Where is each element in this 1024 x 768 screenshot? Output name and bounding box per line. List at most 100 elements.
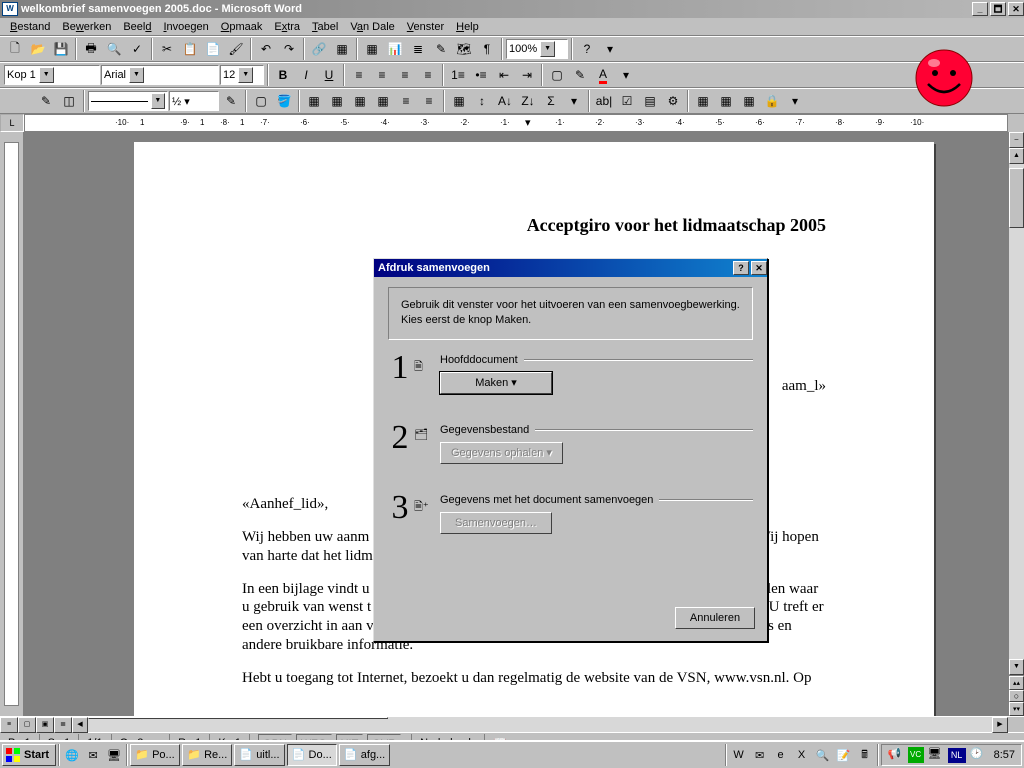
bold-button[interactable]: B — [272, 64, 294, 86]
toolbar-options-button[interactable]: ▾ — [563, 90, 585, 112]
numbered-list-button[interactable]: 1≡ — [447, 64, 469, 86]
ql-desktop-icon[interactable]: 🖥 — [104, 744, 124, 766]
columns-button[interactable]: ≣ — [407, 38, 429, 60]
form-checkbox-button[interactable]: ☑ — [616, 90, 638, 112]
tray-clock[interactable]: 8:57 — [994, 749, 1015, 761]
tray-scheduler-icon[interactable]: 🕑 — [970, 747, 986, 763]
next-page-button[interactable]: ▾▾ — [1009, 702, 1024, 716]
bulleted-list-button[interactable]: •≡ — [470, 64, 492, 86]
help-button[interactable]: ? — [576, 38, 598, 60]
task-item[interactable]: 📁Re... — [182, 744, 232, 766]
drawing-button[interactable]: ✎ — [430, 38, 452, 60]
menu-opmaak[interactable]: Opmaak — [215, 19, 269, 35]
form-options-button[interactable]: ⚙ — [662, 90, 684, 112]
menu-help[interactable]: Help — [450, 19, 485, 35]
menu-extra[interactable]: Extra — [268, 19, 306, 35]
pagelayout-view-button[interactable]: ▣ — [36, 717, 54, 733]
menu-invoegen[interactable]: Invoegen — [157, 19, 214, 35]
eraser-button[interactable]: ◫ — [58, 90, 80, 112]
form-shading-button[interactable]: ▦ — [738, 90, 760, 112]
format-painter-button[interactable]: 🖌 — [225, 38, 247, 60]
scroll-right-button[interactable]: ▶ — [992, 717, 1008, 733]
copy-button[interactable]: 📋 — [179, 38, 201, 60]
dialog-titlebar[interactable]: Afdruk samenvoegen ? ✕ — [374, 259, 767, 277]
hyperlink-button[interactable]: 🔗 — [308, 38, 330, 60]
toolbar-options-button[interactable]: ▾ — [599, 38, 621, 60]
sort-asc-button[interactable]: A↓ — [494, 90, 516, 112]
ql-ie-icon[interactable]: e — [771, 744, 791, 766]
menu-beeld[interactable]: Beeld — [117, 19, 157, 35]
ql-explorer-icon[interactable]: 🔍 — [813, 744, 833, 766]
outside-border-button[interactable]: ▢ — [250, 90, 272, 112]
print-preview-button[interactable]: 🔍 — [103, 38, 125, 60]
underline-button[interactable]: U — [318, 64, 340, 86]
excel-button[interactable]: 📊 — [384, 38, 406, 60]
ql-notepad-icon[interactable]: 📝 — [834, 744, 854, 766]
new-doc-button[interactable]: 🗋 — [4, 38, 26, 60]
close-button[interactable]: ✕ — [1008, 2, 1024, 16]
form-frame-button[interactable]: ▦ — [715, 90, 737, 112]
scroll-down-button[interactable]: ▼ — [1009, 659, 1024, 675]
ql-ie-icon[interactable]: 🌐 — [62, 744, 82, 766]
style-combo[interactable]: Kop 1 ▼ — [4, 65, 100, 85]
insert-table-button[interactable]: ▦ — [361, 38, 383, 60]
ql-word-icon[interactable]: W — [729, 744, 749, 766]
prev-page-button[interactable]: ▴▴ — [1009, 676, 1024, 690]
font-color-button[interactable]: A — [592, 64, 614, 86]
ql-calc-icon[interactable]: 🖩 — [855, 744, 875, 766]
autoformat-button[interactable]: ▦ — [448, 90, 470, 112]
redo-button[interactable]: ↷ — [278, 38, 300, 60]
form-dropdown-button[interactable]: ▤ — [639, 90, 661, 112]
scroll-track[interactable] — [1009, 164, 1024, 659]
undo-button[interactable]: ↶ — [255, 38, 277, 60]
maken-button[interactable]: Maken ▾ — [440, 372, 552, 394]
vertical-ruler[interactable] — [0, 132, 24, 716]
task-item-active[interactable]: 📄Do... — [287, 744, 337, 766]
chevron-down-icon[interactable]: ▼ — [129, 67, 144, 83]
open-button[interactable]: 📂 — [27, 38, 49, 60]
split-cells-button[interactable]: ▦ — [349, 90, 371, 112]
save-button[interactable]: 💾 — [50, 38, 72, 60]
form-protect-button[interactable]: 🔒 — [761, 90, 783, 112]
draw-table-button[interactable]: ✎ — [35, 90, 57, 112]
toolbar-options-button[interactable]: ▾ — [615, 64, 637, 86]
insert-table2-button[interactable]: ▦ — [303, 90, 325, 112]
distribute-rows-button[interactable]: ≡ — [395, 90, 417, 112]
chevron-down-icon[interactable]: ▼ — [39, 67, 54, 83]
weblayout-view-button[interactable]: ▢ — [18, 717, 36, 733]
task-item[interactable]: 📄afg... — [339, 744, 390, 766]
italic-button[interactable]: I — [295, 64, 317, 86]
outline-view-button[interactable]: ≣ — [54, 717, 72, 733]
ql-outlook-icon[interactable]: ✉ — [83, 744, 103, 766]
shading-color-button[interactable]: 🪣 — [273, 90, 295, 112]
vertical-scrollbar[interactable]: – ▲ ▼ ▴▴ ○ ▾▾ — [1008, 132, 1024, 716]
horizontal-scrollbar[interactable]: ◀ ▶ — [72, 717, 1008, 732]
tray-language[interactable]: NL — [948, 748, 966, 763]
toolbar-options-button[interactable]: ▾ — [784, 90, 806, 112]
chevron-down-icon[interactable]: ▼ — [540, 41, 555, 57]
size-combo[interactable]: 12 ▼ — [220, 65, 264, 85]
horizontal-ruler[interactable]: ·10· 1 ·9· 1 ·8· 1 ·7· ·6· ·5· ·4· ·3· ·… — [24, 114, 1008, 132]
merge-cells-button[interactable]: ▦ — [326, 90, 348, 112]
spell-check-button[interactable]: ✓ — [126, 38, 148, 60]
cut-button[interactable]: ✂ — [156, 38, 178, 60]
show-marks-button[interactable]: ¶ — [476, 38, 498, 60]
start-button[interactable]: Start — [2, 744, 56, 766]
justify-button[interactable]: ≡ — [417, 64, 439, 86]
font-combo[interactable]: Arial ▼ — [101, 65, 219, 85]
ql-excel-icon[interactable]: X — [792, 744, 812, 766]
decrease-indent-button[interactable]: ⇤ — [493, 64, 515, 86]
align-center-button[interactable]: ≡ — [371, 64, 393, 86]
line-weight-combo[interactable]: ½ ▾ — [169, 91, 219, 111]
menu-venster[interactable]: Venster — [401, 19, 450, 35]
form-table-button[interactable]: ▦ — [692, 90, 714, 112]
system-tray[interactable]: 📢 VC 🖥 NL 🕑 8:57 — [881, 744, 1022, 766]
ql-outlook-icon[interactable]: ✉ — [750, 744, 770, 766]
tray-display-icon[interactable]: 🖥 — [928, 747, 944, 763]
zoom-combo[interactable]: 100% ▼ — [506, 39, 568, 59]
tray-vc-icon[interactable]: VC — [908, 747, 924, 763]
minimize-button[interactable]: _ — [972, 2, 988, 16]
maximize-button[interactable]: 🗖 — [990, 2, 1006, 16]
menu-vandale[interactable]: Van Dale — [344, 19, 400, 35]
borders-button[interactable]: ▢ — [546, 64, 568, 86]
